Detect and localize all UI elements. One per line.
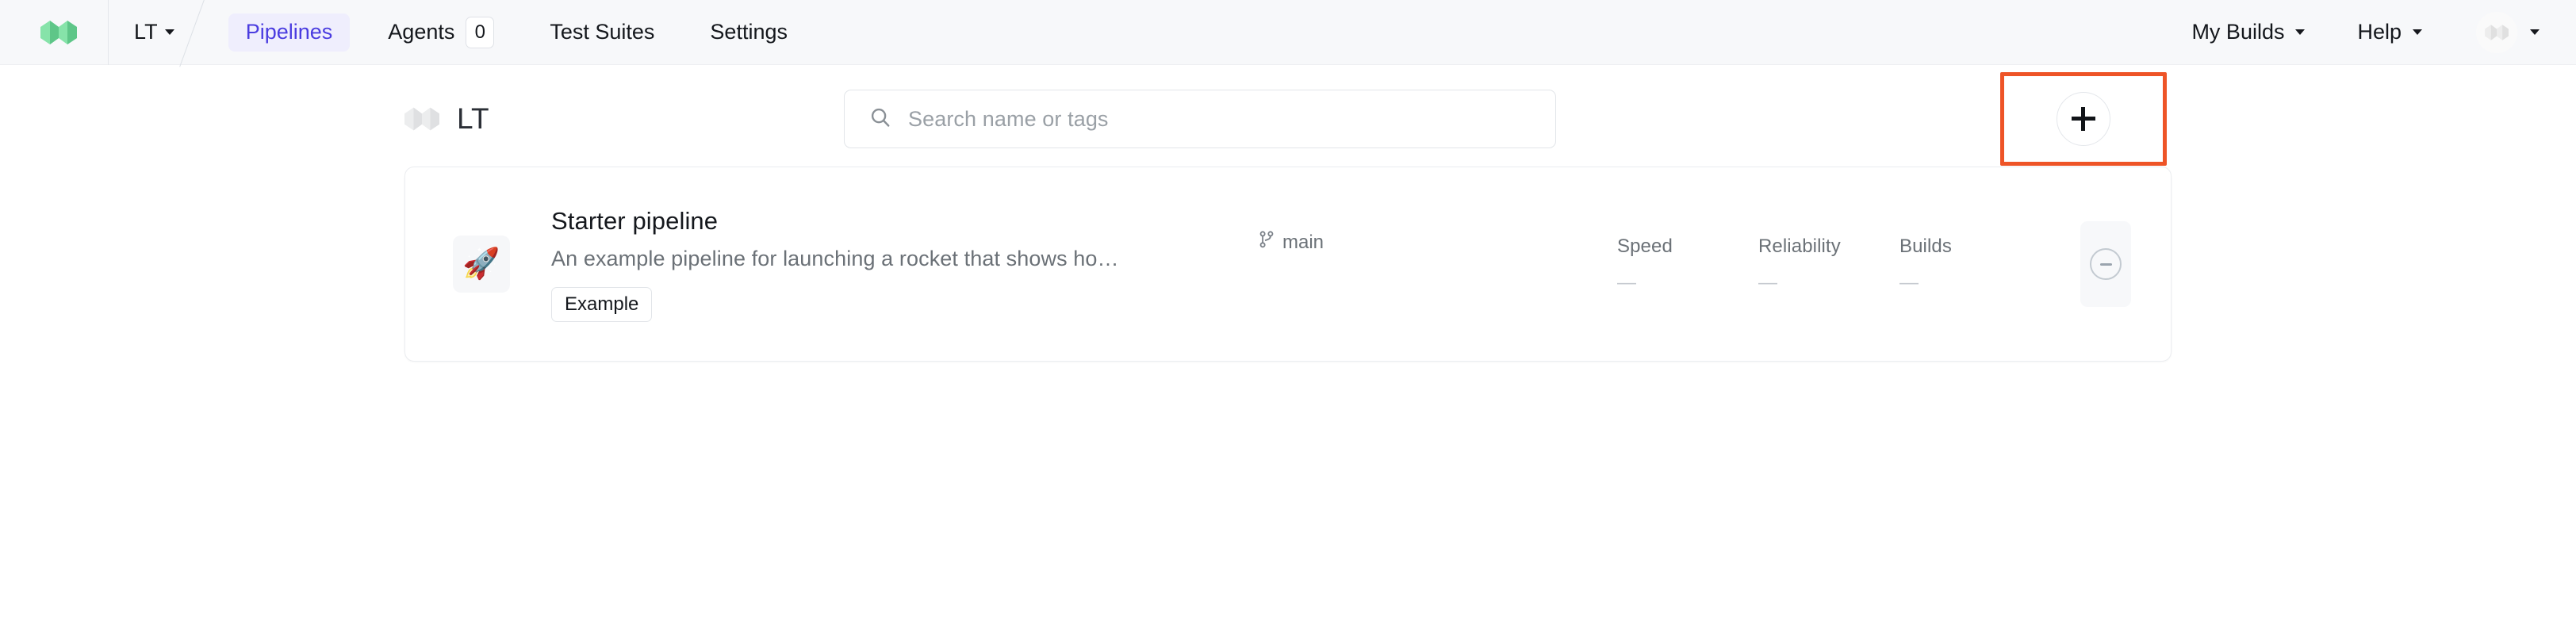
tab-pipelines-label: Pipelines xyxy=(246,20,333,44)
my-builds-label: My Builds xyxy=(2191,20,2284,44)
chevron-down-icon xyxy=(165,29,174,35)
pipeline-tag[interactable]: Example xyxy=(551,287,652,322)
metric-reliability: Reliability — xyxy=(1758,236,1899,293)
metric-speed: Speed — xyxy=(1617,236,1758,293)
metric-builds-label: Builds xyxy=(1899,236,2041,258)
page-header: LT Search name or tags xyxy=(384,65,2192,167)
search-input[interactable]: Search name or tags xyxy=(844,90,1556,148)
chevron-down-icon xyxy=(2295,29,2305,35)
help-menu[interactable]: Help xyxy=(2352,13,2427,52)
metric-speed-label: Speed xyxy=(1617,236,1758,258)
circle-dash-icon xyxy=(2090,248,2122,280)
tab-pipelines[interactable]: Pipelines xyxy=(228,13,351,52)
pipeline-branch: main xyxy=(1259,231,1324,254)
new-pipeline-button[interactable] xyxy=(2057,92,2110,146)
buildkite-mark-icon xyxy=(404,102,439,136)
avatar xyxy=(2476,12,2517,53)
pipeline-build-state[interactable] xyxy=(2080,221,2131,307)
chevron-down-icon xyxy=(2530,29,2540,35)
page-body: LT Search name or tags xyxy=(0,65,2576,362)
metric-reliability-label: Reliability xyxy=(1758,236,1899,258)
plus-icon xyxy=(2072,107,2095,131)
search-wrapper: Search name or tags xyxy=(844,90,1556,148)
org-name-label: LT xyxy=(134,20,158,44)
branch-icon xyxy=(1259,231,1275,254)
chevron-down-icon xyxy=(2413,29,2422,35)
page-content-container: LT Search name or tags xyxy=(384,65,2192,362)
new-pipeline-highlight xyxy=(2000,72,2167,166)
primary-nav-tabs: Pipelines Agents 0 Test Suites Settings xyxy=(228,0,826,64)
tab-settings-label: Settings xyxy=(710,20,788,44)
pipelines-list: 🚀 Starter pipeline An example pipeline f… xyxy=(404,167,2172,362)
metric-reliability-value: — xyxy=(1758,274,1899,293)
nav-left-group: LT Pipelines Agents 0 Test Suites Settin… xyxy=(38,0,2144,64)
top-navigation-bar: LT Pipelines Agents 0 Test Suites Settin… xyxy=(0,0,2576,65)
tab-agents[interactable]: Agents 0 xyxy=(370,13,512,52)
org-breadcrumb[interactable]: LT xyxy=(109,0,192,65)
metric-speed-value: — xyxy=(1617,274,1758,293)
page-title-block: LT xyxy=(384,102,844,136)
branch-name: main xyxy=(1282,232,1324,254)
metric-builds-value: — xyxy=(1899,274,2041,293)
buildkite-logo-icon[interactable] xyxy=(38,12,79,53)
nav-right-group: My Builds Help xyxy=(2144,0,2540,64)
tab-settings[interactable]: Settings xyxy=(692,13,805,52)
pipeline-emoji-icon: 🚀 xyxy=(453,236,510,293)
tab-test-suites[interactable]: Test Suites xyxy=(532,13,672,52)
tab-agents-label: Agents xyxy=(388,20,454,44)
pipeline-name[interactable]: Starter pipeline xyxy=(551,207,1249,236)
pipeline-metrics: Speed — Reliability — Builds — xyxy=(1617,236,2080,293)
page-title: LT xyxy=(457,102,489,136)
breadcrumb-separator-icon xyxy=(192,0,224,65)
dash-mark xyxy=(2100,263,2112,266)
search-icon xyxy=(868,105,892,133)
search-placeholder: Search name or tags xyxy=(908,107,1109,132)
agents-count-badge: 0 xyxy=(466,17,494,48)
user-menu[interactable] xyxy=(2476,12,2540,53)
my-builds-menu[interactable]: My Builds xyxy=(2187,13,2310,52)
metric-builds: Builds — xyxy=(1899,236,2041,293)
tab-test-suites-label: Test Suites xyxy=(550,20,654,44)
pipeline-details: Starter pipeline An example pipeline for… xyxy=(551,207,1249,322)
pipeline-row[interactable]: 🚀 Starter pipeline An example pipeline f… xyxy=(405,167,2171,361)
help-label: Help xyxy=(2357,20,2402,44)
pipeline-description: An example pipeline for launching a rock… xyxy=(551,247,1163,271)
